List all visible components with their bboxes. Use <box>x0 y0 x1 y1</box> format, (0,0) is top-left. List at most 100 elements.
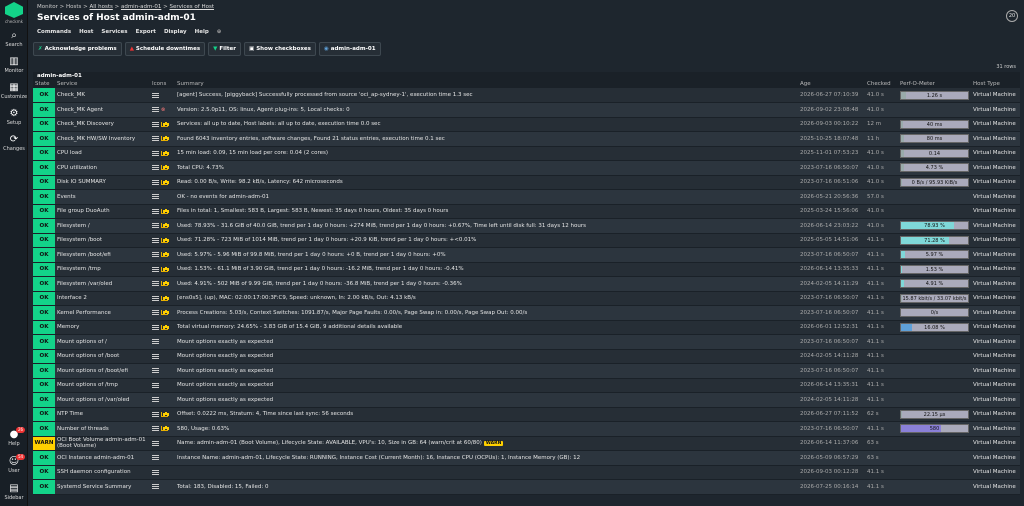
menu-icon[interactable] <box>152 469 159 475</box>
service-name[interactable]: Events <box>55 189 150 205</box>
state-badge[interactable]: OK <box>33 407 55 422</box>
menu-host[interactable]: Host <box>79 29 93 35</box>
nav-customize[interactable]: ▦ Customize <box>0 82 28 100</box>
col-age[interactable]: Age <box>798 80 865 88</box>
graph-icon[interactable] <box>161 411 168 417</box>
menu-icon[interactable] <box>152 397 159 403</box>
graph-icon[interactable] <box>161 281 168 287</box>
state-badge[interactable]: OK <box>33 146 55 161</box>
perf-o-meter[interactable]: 16.08 % <box>900 322 969 332</box>
service-name[interactable]: Mount options of / <box>55 334 150 350</box>
service-name[interactable]: Filesystem /tmp <box>55 262 150 277</box>
table-row[interactable]: OK Systemd Service Summary Total: 183, Dis… <box>33 479 1020 495</box>
table-row[interactable]: OK SSH daemon configuration 2026-09-03 00:… <box>33 465 1020 480</box>
graph-icon[interactable] <box>161 252 168 258</box>
perf-o-meter[interactable]: 4.73 % <box>900 163 969 173</box>
col-perf[interactable]: Perf-O-Meter <box>898 80 971 88</box>
graph-icon[interactable] <box>161 295 168 301</box>
service-name[interactable]: Mount options of /tmp <box>55 378 150 393</box>
perf-o-meter[interactable]: 80 ms <box>900 134 969 144</box>
state-badge[interactable]: OK <box>33 305 55 321</box>
service-name[interactable]: CPU utilization <box>55 160 150 176</box>
state-badge[interactable]: OK <box>33 479 55 495</box>
col-checked[interactable]: Checked <box>865 80 898 88</box>
checkmk-logo[interactable]: checkmk <box>3 2 25 28</box>
menu-icon[interactable] <box>152 295 159 301</box>
state-badge[interactable]: OK <box>33 392 55 408</box>
graph-icon[interactable] <box>161 136 168 142</box>
state-badge[interactable]: OK <box>33 102 55 118</box>
service-name[interactable]: Mount options of /boot/efi <box>55 363 150 379</box>
table-row[interactable]: OK CPU load 15 min load: 0.09, 15 min load… <box>33 146 1020 161</box>
nav-help[interactable]: ● 26 Help <box>0 427 28 447</box>
menu-icon[interactable] <box>152 484 159 490</box>
menu-icon[interactable] <box>152 179 159 185</box>
perf-o-meter[interactable]: 78.93 % <box>900 221 969 231</box>
menu-services[interactable]: Services <box>101 29 127 35</box>
nav-sidebar[interactable]: ▤ Sidebar <box>0 483 28 501</box>
state-badge[interactable]: OK <box>33 363 55 379</box>
menu-icon[interactable] <box>152 411 159 417</box>
col-summary[interactable]: Summary <box>175 80 798 88</box>
state-badge[interactable]: OK <box>33 378 55 393</box>
menu-icon[interactable] <box>152 194 159 200</box>
graph-icon[interactable] <box>161 179 168 185</box>
service-name[interactable]: Disk IO SUMMARY <box>55 175 150 190</box>
perf-o-meter[interactable]: 5.97 % <box>900 250 969 260</box>
menu-display[interactable]: Display <box>164 29 187 35</box>
menu-more-icon[interactable]: ⊕ <box>217 29 222 35</box>
nav-user[interactable]: ☺ 54 User <box>0 454 28 474</box>
state-badge[interactable]: OK <box>33 131 55 147</box>
menu-icon[interactable] <box>152 440 159 446</box>
state-badge[interactable]: OK <box>33 291 55 306</box>
col-host-type[interactable]: Host Type <box>971 80 1020 88</box>
perf-o-meter[interactable]: 0/s <box>900 308 969 318</box>
menu-icon[interactable] <box>152 455 159 461</box>
service-name[interactable]: Mount options of /var/oled <box>55 392 150 408</box>
host-group-header[interactable]: admin-adm-01 <box>33 72 1020 80</box>
state-badge[interactable]: OK <box>33 349 55 364</box>
acknowledge-button[interactable]: ✗ Acknowledge problems <box>33 42 122 56</box>
breadcrumb-all-hosts[interactable]: All hosts <box>90 4 113 10</box>
table-row[interactable]: OK Kernel Performance Process Creations: 5… <box>33 305 1020 321</box>
service-name[interactable]: Memory <box>55 320 150 335</box>
state-badge[interactable]: OK <box>33 189 55 205</box>
table-row[interactable]: OK Check_MK HW/SW Inventory Found 6043 inv… <box>33 131 1020 147</box>
state-badge[interactable]: OK <box>33 334 55 350</box>
menu-icon[interactable] <box>152 426 159 432</box>
perf-o-meter[interactable]: 4.91 % <box>900 279 969 289</box>
menu-icon[interactable] <box>152 208 159 214</box>
schedule-downtimes-button[interactable]: ▲ Schedule downtimes <box>124 42 206 56</box>
graph-icon[interactable] <box>161 310 168 316</box>
menu-icon[interactable] <box>152 237 159 243</box>
breadcrumb-host[interactable]: admin-adm-01 <box>121 4 161 10</box>
service-name[interactable]: File group DuoAuth <box>55 204 150 219</box>
table-row[interactable]: OK Interface 2 [ens0s5], (up), MAC: 02:00:… <box>33 291 1020 306</box>
perf-o-meter[interactable]: 15.87 kbit/s / 33.07 kbit/s <box>900 293 969 303</box>
graph-icon[interactable] <box>161 223 168 229</box>
service-name[interactable]: Filesystem /boot <box>55 233 150 248</box>
table-row[interactable]: OK CPU utilization Total CPU: 4.73% 2023-07… <box>33 160 1020 176</box>
service-name[interactable]: Filesystem /var/oled <box>55 276 150 292</box>
service-name[interactable]: NTP Time <box>55 407 150 422</box>
service-name[interactable]: OCI Instance admin-adm-01 <box>55 450 150 466</box>
show-checkboxes-button[interactable]: ▣ Show checkboxes <box>243 42 316 56</box>
menu-icon[interactable] <box>152 353 159 359</box>
menu-icon[interactable] <box>152 121 159 127</box>
table-row[interactable]: OK Memory Total virtual memory: 24.65% - 3… <box>33 320 1020 335</box>
graph-icon[interactable] <box>161 150 168 156</box>
service-name[interactable]: Check_MK HW/SW Inventory <box>55 131 150 147</box>
service-name[interactable]: OCI Boot Volume admin-adm-01 (Boot Volum… <box>55 436 150 451</box>
service-name[interactable]: Filesystem / <box>55 218 150 234</box>
perf-o-meter[interactable]: 1.53 % <box>900 264 969 274</box>
breadcrumb-monitor[interactable]: Monitor <box>37 4 58 10</box>
table-row[interactable]: OK OCI Instance admin-adm-01 Instance Name… <box>33 450 1020 466</box>
perf-o-meter[interactable]: 580 <box>900 424 969 434</box>
perf-o-meter[interactable]: 71.28 % <box>900 235 969 245</box>
table-row[interactable]: OK Filesystem /boot/efi Used: 5.97% - 5.96… <box>33 247 1020 263</box>
service-name[interactable]: CPU load <box>55 146 150 161</box>
service-name[interactable]: Check_MK Discovery <box>55 117 150 132</box>
menu-icon[interactable] <box>152 150 159 156</box>
service-name[interactable]: Filesystem /boot/efi <box>55 247 150 263</box>
menu-icon[interactable] <box>152 310 159 316</box>
